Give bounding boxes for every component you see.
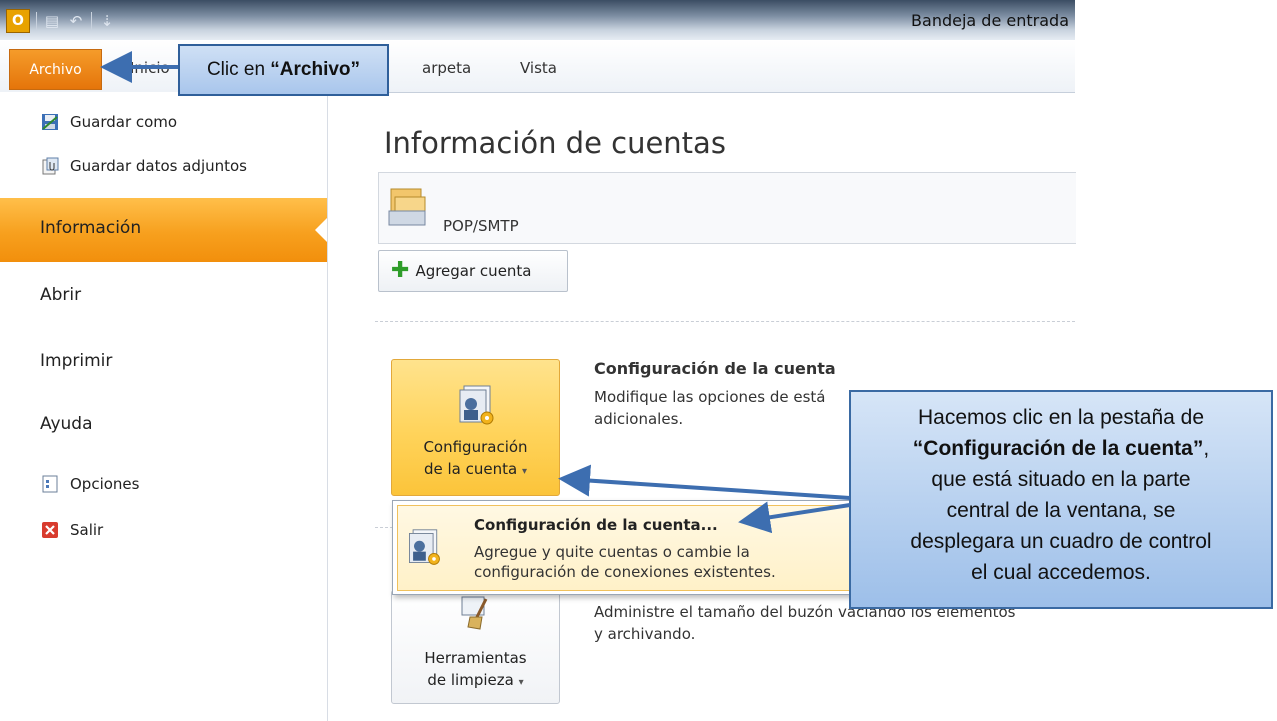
add-account-button[interactable]: ✚ Agregar cuenta (378, 250, 568, 292)
callout-archivo-prefix: Clic en (206, 59, 271, 80)
dropdown-caret-icon: ▾ (521, 466, 528, 477)
nav-guardar-adjuntos[interactable]: Guardar datos adjuntos (40, 156, 247, 176)
cleanup-icon-spacer (392, 591, 559, 637)
divider (375, 321, 1075, 322)
window-title: Bandeja de entrada (911, 11, 1069, 30)
toolbar-separator (36, 12, 37, 30)
cleanup-label-2-row: de limpieza ▾ (392, 669, 559, 694)
cleanup-label-2: de limpieza (427, 671, 514, 689)
page-title: Información de cuentas (384, 126, 726, 160)
nav-abrir[interactable]: Abrir (40, 285, 81, 305)
account-settings-description: Modifique las opciones de está adicional… (594, 386, 884, 430)
account-settings-desc-line1: Modifique las opciones de está (594, 388, 826, 406)
nav-salir[interactable]: Salir (40, 520, 103, 540)
selected-notch (315, 218, 327, 242)
save-as-icon (40, 112, 60, 132)
account-type: POP/SMTP (443, 217, 519, 235)
callout-archivo: Clic en “Archivo” (178, 44, 389, 96)
account-settings-button[interactable]: Configuración de la cuenta ▾ (391, 359, 560, 496)
account-settings-icon (404, 526, 444, 570)
account-selector[interactable]: POP/SMTP (378, 172, 1076, 244)
nav-label: Guardar datos adjuntos (70, 157, 247, 175)
backstage-nav: Guardar como Guardar datos adjuntos Info… (0, 92, 328, 721)
customize-toolbar-icon[interactable]: ⇣ (98, 12, 116, 30)
nav-informacion[interactable]: Información (0, 198, 327, 262)
tab-inicio[interactable]: Inicio (130, 59, 170, 77)
account-settings-icon (454, 384, 498, 428)
callout-comma: , (1203, 437, 1210, 460)
title-bar: O ▤ ↶ ⇣ Bandeja de entrada (0, 0, 1075, 40)
cleanup-tools-button[interactable]: Herramientas de limpieza ▾ (391, 590, 560, 704)
callout-configuracion: Hacemos clic en la pestaña de “Configura… (849, 390, 1273, 609)
callout-line4: central de la ventana, se (946, 499, 1176, 522)
dropdown-caret-icon: ▾ (518, 677, 524, 688)
account-settings-desc-line2: adicionales. (594, 410, 684, 428)
menu-item-title: Configuración de la cuenta... (474, 516, 718, 534)
undo-icon[interactable]: ↶ (67, 12, 85, 30)
broom-icon (461, 596, 487, 630)
outlook-logo-icon[interactable]: O (6, 9, 30, 33)
cleanup-desc-line2: y archivando. (594, 625, 696, 643)
callout-bold: “Configuración de la cuenta” (912, 437, 1204, 460)
tab-carpeta[interactable]: arpeta (422, 59, 471, 77)
arrow-to-config-button (558, 464, 851, 500)
account-settings-label-2: de la cuenta (423, 460, 518, 478)
nav-label: Guardar como (70, 113, 178, 131)
nav-opciones[interactable]: Opciones (40, 474, 139, 494)
menu-item-desc-line2: configuración de conexiones existentes. (474, 563, 776, 581)
menu-item-description: Agregue y quite cuentas o cambie la conf… (474, 542, 844, 582)
account-settings-title: Configuración de la cuenta (594, 359, 836, 378)
nav-label: Información (40, 218, 142, 238)
cleanup-label-1: Herramientas (424, 649, 527, 667)
send-receive-icon[interactable]: ▤ (43, 12, 61, 30)
nav-label: Salir (70, 521, 104, 539)
nav-guardar-como[interactable]: Guardar como (40, 112, 177, 132)
callout-archivo-bold: “Archivo” (270, 59, 361, 80)
account-settings-dropdown: Configuración de la cuenta... Agregue y … (392, 500, 856, 595)
callout-line2: “Configuración de la cuenta”, (851, 433, 1271, 464)
account-settings-menu-item[interactable]: Configuración de la cuenta... Agregue y … (397, 505, 851, 591)
nav-imprimir[interactable]: Imprimir (40, 351, 112, 371)
callout-line6: el cual accedemos. (971, 561, 1151, 584)
tab-archivo[interactable]: Archivo (9, 49, 102, 90)
quick-access-toolbar: O ▤ ↶ ⇣ (6, 9, 116, 33)
menu-item-desc-line1: Agregue y quite cuentas o cambie la (474, 543, 750, 561)
account-settings-label-1: Configuración (423, 438, 528, 456)
mail-folder-icon (387, 183, 431, 233)
callout-line3: que está situado en la parte (931, 468, 1191, 491)
nav-ayuda[interactable]: Ayuda (40, 414, 93, 434)
nav-label: Opciones (70, 475, 140, 493)
attachment-save-icon (40, 156, 60, 176)
ribbon-tabs: Archivo Inicio arpeta Vista (0, 40, 1075, 93)
options-icon (40, 474, 60, 494)
tab-vista[interactable]: Vista (520, 59, 557, 77)
callout-line5: desplegara un cuadro de control (910, 530, 1212, 553)
exit-icon (40, 520, 60, 540)
plus-icon: ✚ (391, 258, 410, 283)
toolbar-separator (91, 12, 92, 30)
account-settings-label-2-row: de la cuenta ▾ (392, 458, 559, 483)
add-account-label: Agregar cuenta (415, 262, 532, 280)
callout-line1: Hacemos clic en la pestaña de (918, 406, 1204, 429)
